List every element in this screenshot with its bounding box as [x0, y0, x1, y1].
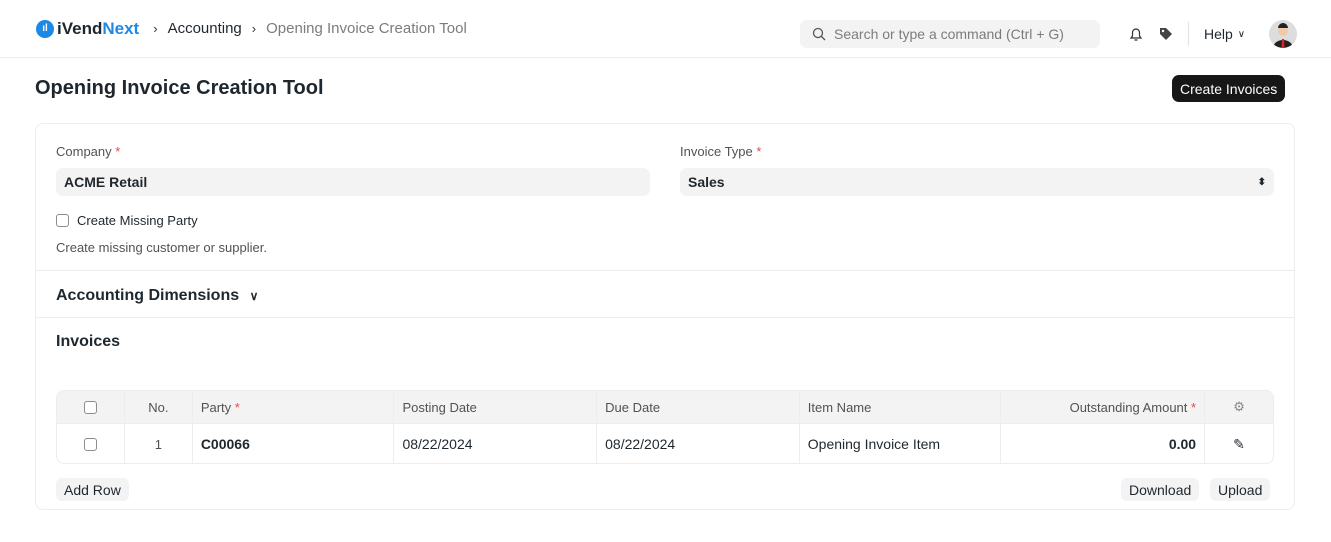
- search-input[interactable]: Search or type a command (Ctrl + G): [800, 20, 1100, 48]
- chevron-right-icon: ›: [251, 21, 257, 36]
- page-title: Opening Invoice Creation Tool: [35, 77, 324, 99]
- invoices-table: No. Party * Posting Date Due Date Item N…: [56, 390, 1274, 464]
- accounting-dimensions-section[interactable]: Accounting Dimensions ∨: [36, 270, 1294, 317]
- create-missing-party-checkbox[interactable]: [56, 214, 69, 227]
- create-missing-help: Create missing customer or supplier.: [56, 240, 267, 255]
- navbar: ıl iVend Next › Accounting › Opening Invoi…: [0, 0, 1331, 58]
- logo-icon: ıl: [36, 19, 54, 38]
- breadcrumb: › Accounting › Opening Invoice Creation …: [153, 20, 467, 37]
- add-row-button[interactable]: Add Row: [56, 478, 129, 501]
- outstanding-cell[interactable]: 0.00: [1001, 424, 1206, 463]
- company-label: Company *: [56, 144, 121, 159]
- select-all-checkbox[interactable]: [83, 400, 97, 414]
- header-due-date: Due Date: [597, 391, 800, 423]
- chevron-down-icon: ∨: [1237, 28, 1246, 40]
- header-no: No.: [125, 391, 193, 423]
- table-row[interactable]: 1 C00066 08/22/2024 08/22/2024 Opening I…: [57, 423, 1273, 463]
- row-no: 1: [125, 424, 193, 463]
- breadcrumb-accounting[interactable]: Accounting: [168, 20, 242, 37]
- due-date-cell[interactable]: 08/22/2024: [597, 424, 800, 463]
- logo[interactable]: ıl iVend Next: [36, 19, 139, 39]
- avatar[interactable]: [1269, 20, 1298, 48]
- download-button[interactable]: Download: [1121, 478, 1200, 501]
- item-name-cell[interactable]: Opening Invoice Item: [800, 424, 1002, 463]
- create-invoices-button[interactable]: Create Invoices: [1172, 75, 1286, 102]
- invoices-section: Invoices No. Party * Posting Date Due Da…: [36, 317, 1294, 509]
- form-card: Company * ACME Retail Invoice Type * Sal…: [35, 123, 1295, 510]
- company-field[interactable]: ACME Retail: [56, 168, 650, 196]
- invoice-type-select[interactable]: Sales ⬍: [680, 168, 1274, 196]
- posting-date-cell[interactable]: 08/22/2024: [394, 424, 598, 463]
- invoice-type-label: Invoice Type *: [680, 144, 762, 159]
- settings-gear-icon[interactable]: ⚙: [1205, 391, 1273, 423]
- bell-icon[interactable]: [1128, 26, 1144, 42]
- party-cell[interactable]: C00066: [193, 424, 395, 463]
- header-party: Party *: [193, 391, 395, 423]
- help-menu[interactable]: Help: [1204, 26, 1233, 42]
- header-outstanding: Outstanding Amount *: [1001, 391, 1206, 423]
- chevron-down-icon: ∨: [249, 289, 259, 303]
- edit-pencil-icon[interactable]: ✎: [1205, 424, 1273, 463]
- create-missing-party[interactable]: Create Missing Party: [56, 213, 198, 228]
- header-posting-date: Posting Date: [394, 391, 598, 423]
- upload-button[interactable]: Upload: [1210, 478, 1271, 501]
- search-icon: [812, 27, 826, 41]
- breadcrumb-current[interactable]: Opening Invoice Creation Tool: [266, 20, 467, 37]
- chevron-right-icon: ›: [153, 21, 158, 36]
- header-item-name: Item Name: [800, 391, 1002, 423]
- table-header: No. Party * Posting Date Due Date Item N…: [57, 391, 1273, 423]
- tag-icon[interactable]: [1158, 26, 1174, 42]
- row-checkbox[interactable]: [83, 437, 97, 451]
- divider: [1188, 22, 1189, 46]
- select-arrows-icon: ⬍: [1257, 176, 1266, 188]
